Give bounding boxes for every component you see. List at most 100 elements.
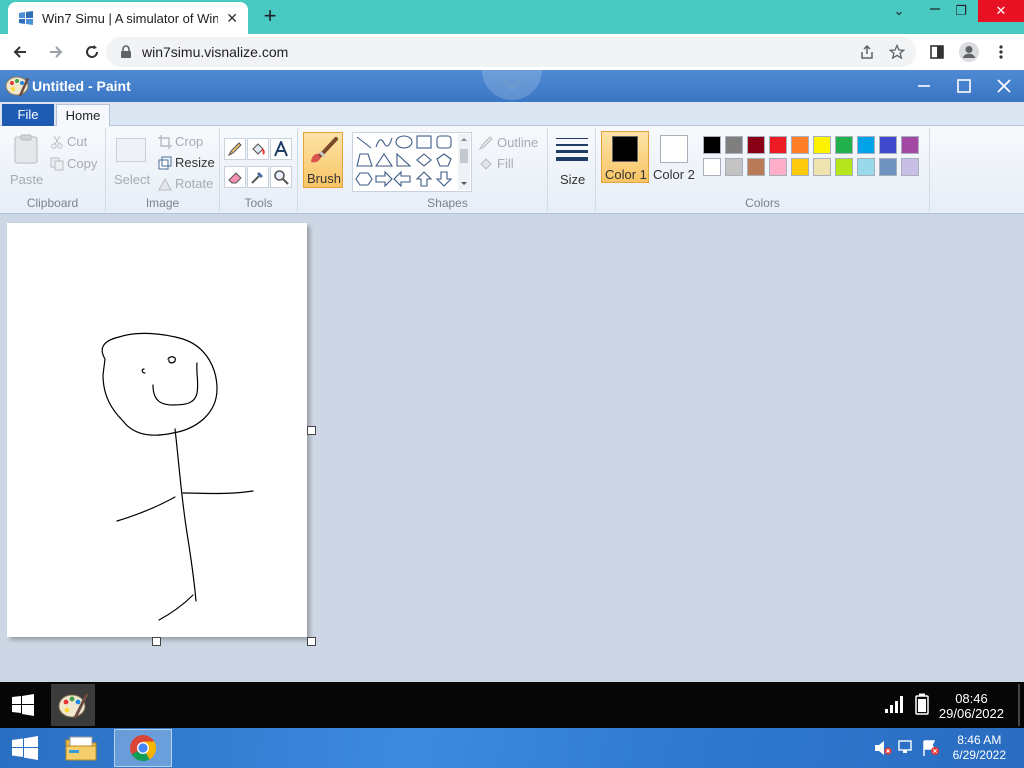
file-menu-button[interactable]: File <box>2 104 54 126</box>
palette-swatch[interactable] <box>769 158 787 176</box>
paint-app-icon <box>58 693 89 719</box>
palette-swatch[interactable] <box>857 158 875 176</box>
fill-button[interactable]: Fill <box>478 155 544 173</box>
palette-swatch[interactable] <box>703 158 721 176</box>
palette-swatch[interactable] <box>835 158 853 176</box>
fill-tool-button[interactable] <box>247 138 269 160</box>
select-button[interactable]: Select <box>112 130 152 190</box>
resize-button[interactable]: Resize <box>156 155 216 173</box>
brush-button[interactable]: Brush <box>303 132 343 188</box>
tab-home[interactable]: Home <box>56 104 110 127</box>
browser-menu-button[interactable] <box>988 39 1014 65</box>
tab-close-button[interactable]: ✕ <box>226 10 238 27</box>
side-panel-button[interactable] <box>924 39 950 65</box>
copy-button[interactable]: Copy <box>50 156 104 174</box>
copy-label: Copy <box>67 156 98 171</box>
color1-swatch <box>612 136 638 162</box>
eyedropper-icon <box>251 172 263 184</box>
windows-logo-icon <box>12 694 34 716</box>
cut-button[interactable]: Cut <box>50 134 100 152</box>
palette-swatch[interactable] <box>747 158 765 176</box>
color1-button[interactable]: Color 1 <box>601 131 649 183</box>
bookmark-star-button[interactable] <box>884 39 910 65</box>
paint-maximize-button[interactable] <box>954 76 974 96</box>
palette-swatch[interactable] <box>725 158 743 176</box>
windows-logo-icon <box>12 736 38 760</box>
palette-swatch[interactable] <box>879 136 897 154</box>
paintbrush-icon <box>311 137 338 163</box>
forward-button[interactable] <box>40 36 72 68</box>
stick-figure-drawing <box>101 332 254 621</box>
color-picker-tool-button[interactable] <box>247 166 269 188</box>
paste-button[interactable]: Paste <box>6 130 46 190</box>
resize-handle-bottom[interactable] <box>152 637 161 646</box>
palette-swatch[interactable] <box>835 136 853 154</box>
action-center-flag-icon[interactable] <box>922 739 940 757</box>
palette-swatch[interactable] <box>769 136 787 154</box>
color-palette <box>703 136 923 180</box>
text-tool-button[interactable] <box>270 138 292 160</box>
palette-swatch[interactable] <box>879 158 897 176</box>
paint-close-button[interactable] <box>994 76 1014 96</box>
new-tab-button[interactable]: + <box>258 4 282 28</box>
battery-icon[interactable] <box>915 693 929 715</box>
palette-swatch[interactable] <box>813 136 831 154</box>
fill-bucket-icon <box>480 158 492 170</box>
rotate-icon <box>158 177 172 191</box>
taskbar-paint-app[interactable] <box>51 684 95 726</box>
palette-swatch[interactable] <box>791 136 809 154</box>
window-close-button[interactable]: ✕ <box>978 0 1024 22</box>
crop-button[interactable]: Crop <box>156 134 214 152</box>
outline-label: Outline <box>497 135 539 150</box>
color2-button[interactable]: Color 2 <box>652 131 698 183</box>
reload-button[interactable] <box>76 36 108 68</box>
paint-minimize-button[interactable] <box>914 76 934 96</box>
crop-icon <box>158 135 172 149</box>
signal-strength-icon[interactable] <box>884 694 906 714</box>
outline-button[interactable]: Outline <box>478 134 544 152</box>
palette-swatch[interactable] <box>857 136 875 154</box>
host-clock[interactable]: 8:46 AM 6/29/2022 <box>953 733 1006 763</box>
show-desktop-strip[interactable] <box>1018 684 1020 726</box>
palette-swatch[interactable] <box>901 158 919 176</box>
drop-down-notch[interactable] <box>482 70 542 100</box>
palette-swatch[interactable] <box>813 158 831 176</box>
clipboard-group-label: Clipboard <box>26 196 79 210</box>
host-file-explorer-button[interactable] <box>58 729 104 767</box>
network-icon[interactable] <box>898 739 916 757</box>
resize-handle-corner[interactable] <box>307 637 316 646</box>
palette-swatch[interactable] <box>747 136 765 154</box>
shapes-gallery[interactable] <box>352 132 472 192</box>
palette-swatch[interactable] <box>901 136 919 154</box>
rotate-button[interactable]: Rotate <box>156 176 216 194</box>
taskbar-clock[interactable]: 08:46 29/06/2022 <box>939 691 1004 721</box>
host-chrome-button[interactable] <box>114 729 172 767</box>
paint-window-title: Untitled - Paint <box>32 78 131 94</box>
pencil-tool-button[interactable] <box>224 138 246 160</box>
eraser-tool-button[interactable] <box>224 166 246 188</box>
magnifier-tool-button[interactable] <box>270 166 292 188</box>
palette-swatch[interactable] <box>791 158 809 176</box>
host-start-button[interactable] <box>0 729 50 767</box>
drawing-canvas[interactable] <box>7 223 307 637</box>
shapes-scrollbar[interactable] <box>458 134 470 190</box>
restore-button[interactable]: ❐ <box>944 0 978 22</box>
size-button[interactable]: Size <box>552 132 592 188</box>
address-bar[interactable]: win7simu.visnalize.com <box>106 37 916 67</box>
profile-button[interactable] <box>956 39 982 65</box>
tab-search-chevron-icon[interactable]: ⌄ <box>882 0 916 22</box>
share-button[interactable] <box>854 39 880 65</box>
paste-clipboard-icon <box>14 134 38 164</box>
palette-swatch[interactable] <box>725 136 743 154</box>
resize-handle-right[interactable] <box>307 426 316 435</box>
forward-arrow-icon <box>50 46 63 58</box>
browser-tab[interactable]: Win7 Simu | A simulator of Wind ✕ <box>8 2 248 34</box>
volume-muted-icon[interactable] <box>874 740 892 756</box>
palette-swatch[interactable] <box>703 136 721 154</box>
size-label: Size <box>560 172 586 187</box>
pencil-icon <box>227 142 242 157</box>
size-group: Size <box>548 128 596 212</box>
back-button[interactable] <box>4 36 36 68</box>
taskbar-time: 08:46 <box>955 691 988 706</box>
start-button[interactable] <box>0 682 46 728</box>
